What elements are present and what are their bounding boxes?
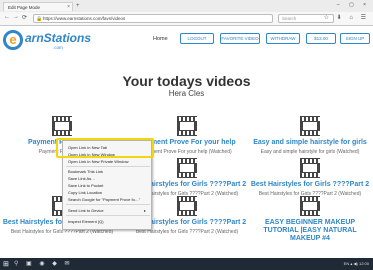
ctx-copy-link[interactable]: Copy Link Location xyxy=(68,190,102,195)
windows-start-icon[interactable]: ⊞ xyxy=(3,260,9,268)
os-taskbar: ⊞ ⚲ ▣ ◉ ◆ ✉ EN ▴ ◀) 12:00 xyxy=(0,258,373,270)
video-title[interactable]: Easy and simple hairstyle for girls xyxy=(250,139,370,147)
logo-mark: e xyxy=(3,30,23,50)
video-title[interactable]: Best Hairstyles for Girls ????Part 2 xyxy=(250,181,370,189)
video-title-line2[interactable]: TUTORIAL |EASY NATURAL xyxy=(250,227,370,235)
video-title[interactable]: EASY BEGINNER MAKEUP xyxy=(250,219,370,227)
close-tab-icon[interactable]: × xyxy=(67,3,70,11)
new-tab-icon[interactable]: + xyxy=(76,3,80,9)
tab-title: Edit Page Mode xyxy=(8,5,41,10)
highlight-annotation xyxy=(56,138,154,158)
film-icon xyxy=(177,158,197,178)
video-subtitle: Easy and simple hairstyle for girls (Wat… xyxy=(260,149,360,155)
browser-chrome: Edit Page Mode × + – ▢ × ← → ⟳ 🔒 https:/… xyxy=(0,0,373,26)
logout-button[interactable]: LOGOUT xyxy=(180,33,214,44)
url-text: https://www.earnstations.com/favs/videos xyxy=(43,16,126,21)
window-controls[interactable]: – ▢ × xyxy=(337,2,370,8)
film-icon xyxy=(300,158,320,178)
refresh-icon[interactable]: ⟳ xyxy=(22,14,27,21)
logo-text: arnStations xyxy=(25,31,92,45)
video-card[interactable]: Best Hairstyles for Girls ????Part 2 Bes… xyxy=(250,158,370,197)
video-title-line3[interactable]: MAKEUP #4 xyxy=(250,235,370,243)
favorite-video-button[interactable]: FAVORITE VIDEO xyxy=(220,33,260,44)
ctx-save-to-pocket[interactable]: Save Link to Pocket xyxy=(68,183,103,188)
film-icon xyxy=(52,116,72,136)
chevron-right-icon: ▸ xyxy=(143,208,146,213)
film-icon xyxy=(300,196,320,216)
site-header: e arnStations .com Home LOGOUT FAVORITE … xyxy=(0,26,373,56)
forward-icon[interactable]: → xyxy=(13,14,19,20)
film-icon xyxy=(177,116,197,136)
menu-divider xyxy=(66,166,150,167)
ctx-send-to-device[interactable]: Send Link to Device xyxy=(68,208,104,213)
ctx-open-private-window[interactable]: Open Link in New Private Window xyxy=(68,159,128,164)
page-subtitle: Hera Cles xyxy=(168,89,205,98)
menu-divider xyxy=(66,204,150,205)
ctx-bookmark-link[interactable]: Bookmark This Link xyxy=(68,169,103,174)
logo-sub: .com xyxy=(53,45,63,50)
menu-home-link[interactable]: Home xyxy=(153,36,168,42)
browser-tab[interactable]: Edit Page Mode × xyxy=(3,2,73,11)
ctx-search-google[interactable]: Search Google for "Payment Prove fo…" xyxy=(68,197,140,202)
menu-divider xyxy=(66,215,150,216)
film-icon xyxy=(177,196,197,216)
navigation-bar: ← → ⟳ 🔒 https://www.earnstations.com/fav… xyxy=(0,12,373,25)
taskbar-apps[interactable]: ▣ ◉ ◆ ✉ xyxy=(26,260,73,267)
url-bar[interactable]: 🔒 https://www.earnstations.com/favs/vide… xyxy=(33,14,273,23)
ctx-inspect-element[interactable]: Inspect Element (Q) xyxy=(68,219,104,224)
withdraw-button[interactable]: WITHDRAW xyxy=(266,33,300,44)
page-title: Your todays videos xyxy=(122,73,251,89)
balance-button[interactable]: $13.00 xyxy=(306,33,336,44)
ctx-save-link-as[interactable]: Save Link As… xyxy=(68,176,95,181)
lock-icon: 🔒 xyxy=(36,16,43,22)
toolbar-icons[interactable]: ☆ ⬇ ⌂ ☰ xyxy=(324,14,369,21)
system-tray[interactable]: EN ▴ ◀) 12:00 xyxy=(344,261,369,266)
video-card[interactable]: EASY BEGINNER MAKEUP TUTORIAL |EASY NATU… xyxy=(250,196,370,243)
film-icon xyxy=(300,116,320,136)
back-icon[interactable]: ← xyxy=(4,14,10,20)
video-card[interactable]: Easy and simple hairstyle for girls Easy… xyxy=(250,116,370,155)
search-icon[interactable]: ⚲ xyxy=(14,260,18,267)
signup-button[interactable]: SIGN UP xyxy=(340,33,370,44)
